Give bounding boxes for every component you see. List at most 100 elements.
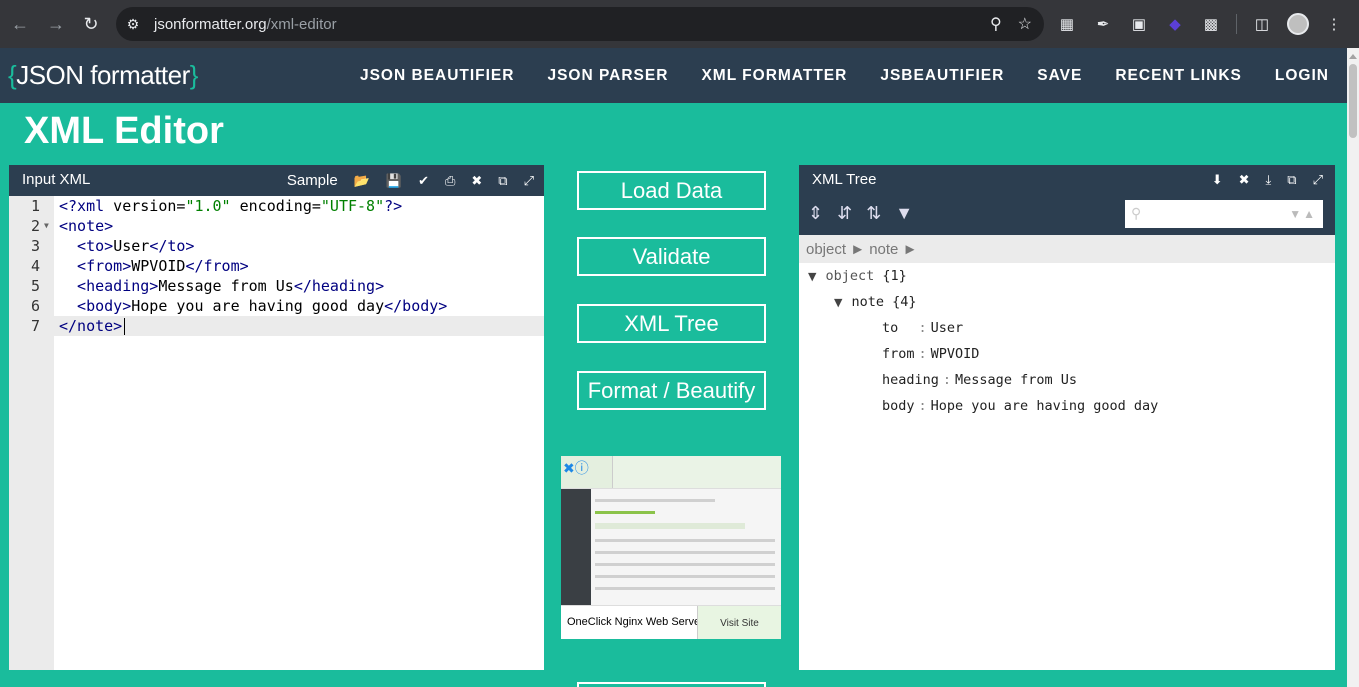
site-logo[interactable]: {JSON formatter} [8,60,198,91]
tree-field-heading[interactable]: heading: Message from Us [882,372,1077,388]
tree-breadcrumb[interactable]: object ► note ► [799,235,1335,263]
extension-icon[interactable]: ▦ [1056,13,1078,35]
tree-field-value[interactable]: User [931,320,964,336]
nav-xml-formatter[interactable]: XML FORMATTER [701,67,847,85]
tree-field-body[interactable]: body: Hope you are having good day [882,398,1158,414]
tree-field-value[interactable]: Message from Us [955,372,1077,388]
nav-save[interactable]: SAVE [1037,67,1082,85]
open-folder-icon[interactable]: 📂 [354,173,370,189]
tree-field-key: from [882,346,915,362]
print-icon[interactable]: ⎙ [445,173,455,189]
code-token: <from> [59,257,132,275]
ad-screenshot-row [595,551,775,554]
code-token: </to> [149,237,195,255]
nav-recent-links[interactable]: RECENT LINKS [1115,67,1242,85]
tree-panel-title: XML Tree [812,171,877,188]
tree-node-note[interactable]: ▼ note {4} [834,294,917,310]
validate-button[interactable]: Validate [577,237,766,276]
scroll-up-icon[interactable] [1349,54,1357,59]
ad-visit-site-button[interactable]: Visit Site [697,606,781,639]
collapse-triangle-icon[interactable]: ▼ [808,270,816,283]
format-beautify-button[interactable]: Format / Beautify [577,371,766,410]
profile-avatar[interactable] [1287,13,1309,35]
code-text: <body>Hope you are having good day</body… [59,296,447,316]
search-nav-arrows-icon[interactable]: ▼▲ [1289,207,1317,221]
code-line[interactable]: 4 <from>WPVOID</from> [9,256,544,276]
ad-footer: OneClick Nginx Web Server Visit Site [561,605,781,639]
code-line[interactable]: 7 </note> [9,316,544,336]
pin-icon[interactable]: ⬇ [1212,172,1223,188]
xml-code-editor[interactable]: 1 <?xml version="1.0" encoding="UTF-8"?> 2… [9,196,544,670]
download-icon[interactable]: ⤓ [1266,172,1272,188]
code-text: </note> [59,316,126,336]
code-line[interactable]: 6 <body>Hope you are having good day</bo… [9,296,544,316]
cube-extension-icon[interactable]: ◆ [1164,13,1186,35]
more-menu-icon[interactable]: ⋮ [1323,13,1345,35]
tree-search-input[interactable]: ⚲ ▼▲ [1125,200,1323,228]
zoom-icon[interactable]: ⚲ [990,14,1002,34]
tree-field-separator: : [918,346,927,362]
filter-icon[interactable]: ▼ [895,203,913,224]
tree-field-value[interactable]: WPVOID [931,346,980,362]
side-panel-icon[interactable]: ◫ [1251,13,1273,35]
tree-fullscreen-icon[interactable]: ⤢ [1313,172,1323,188]
clear-icon[interactable]: ✖ [471,173,482,189]
fold-arrow-icon[interactable]: ▼ [44,216,49,236]
tree-clear-icon[interactable]: ✖ [1239,172,1250,188]
tree-field-to[interactable]: to : User [882,320,963,336]
check-icon[interactable]: ✔ [418,173,429,189]
code-line[interactable]: 3 <to>User</to> [9,236,544,256]
bookmark-star-icon[interactable]: ☆ [1018,14,1032,34]
forward-icon[interactable]: → [38,6,74,42]
nav-json-parser[interactable]: JSON PARSER [547,67,668,85]
ad-banner-top: ✖ⓘ [561,456,781,488]
scroll-thumb[interactable] [1349,64,1357,138]
url-text[interactable]: jsonformatter.org/xml-editor [154,16,337,33]
expand-all-icon[interactable]: ⇕ [808,203,823,224]
ad-screenshot-sidebar [561,489,591,606]
xml-tree-view: ▼ object {1} ▼ note {4} to : User from: WPVOI… [799,263,1335,670]
collapse-all-icon[interactable]: ⇵ [837,203,852,224]
code-text: <from>WPVOID</from> [59,256,249,276]
collapse-triangle-icon[interactable]: ▼ [834,296,842,309]
page-scrollbar[interactable] [1347,48,1359,687]
code-token: <heading> [59,277,159,295]
code-text: <heading>Message from Us</heading> [59,276,384,296]
ad-close-icon[interactable]: ✖ⓘ [563,458,589,478]
tree-copy-icon[interactable]: ⧉ [1287,172,1296,188]
copy-icon[interactable]: ⧉ [498,173,507,189]
eyedropper-icon[interactable]: ✒ [1092,13,1114,35]
sample-button[interactable]: Sample [287,172,338,189]
tree-node-object[interactable]: ▼ object {1} [808,268,907,284]
line-number: 3 [30,237,40,255]
tree-field-from[interactable]: from: WPVOID [882,346,979,362]
tree-field-separator: : [918,320,927,336]
load-data-button[interactable]: Load Data [577,171,766,210]
nav-jsbeautifier[interactable]: JSBEAUTIFIER [880,67,1004,85]
code-line[interactable]: 1 <?xml version="1.0" encoding="UTF-8"?> [9,196,544,216]
code-line[interactable]: 2 ▼ <note> [9,216,544,236]
nav-login[interactable]: LOGIN [1275,67,1329,85]
reload-icon[interactable]: ↻ [73,6,109,42]
partial-action-button[interactable] [577,682,766,687]
tree-field-value[interactable]: Hope you are having good day [931,398,1159,414]
nav-json-beautifier[interactable]: JSON BEAUTIFIER [360,67,515,85]
toolbar-divider [1236,14,1237,34]
back-icon[interactable]: ← [2,6,38,42]
input-panel-title: Input XML [22,171,91,188]
sort-icon[interactable]: ⇅ [866,203,881,224]
code-token: version= [104,197,186,215]
url-domain: jsonformatter.org [154,15,267,33]
image-extension-icon[interactable]: ▣ [1128,13,1150,35]
site-info-icon[interactable]: ⚙ [116,7,150,41]
save-icon[interactable]: 💾 [386,173,402,189]
address-bar[interactable]: ⚙ jsonformatter.org/xml-editor ⚲ ☆ [116,7,1044,41]
xml-tree-button[interactable]: XML Tree [577,304,766,343]
puzzle-icon[interactable]: ▩ [1200,13,1222,35]
fullscreen-icon[interactable]: ⤢ [524,173,534,189]
code-line[interactable]: 5 <heading>Message from Us</heading> [9,276,544,296]
advertisement[interactable]: ✖ⓘ OneClick Nginx Web Server Visit Site [561,456,781,639]
code-token: </body> [384,297,448,315]
tree-node-key: object [825,268,875,284]
code-token: <to> [59,237,114,255]
